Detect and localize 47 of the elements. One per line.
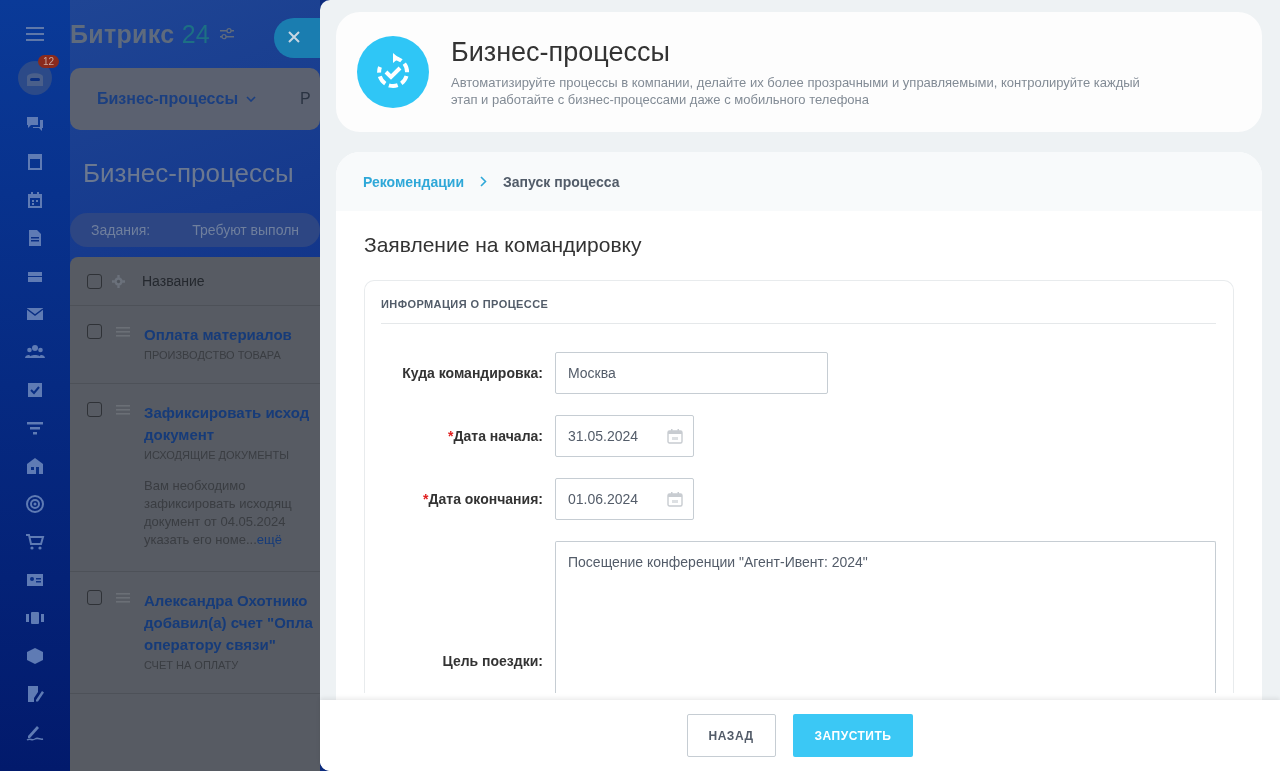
textarea-field[interactable]: Посещение конференции "Агент-Ивент: 2024" bbox=[555, 541, 1216, 693]
tab[interactable]: Бизнес-процессы bbox=[97, 90, 257, 108]
checkbox[interactable] bbox=[87, 402, 102, 417]
form-title: Заявление на командировку bbox=[364, 233, 643, 257]
chevron-icon bbox=[246, 96, 257, 102]
window-icon[interactable] bbox=[25, 152, 45, 172]
date-field[interactable]: 01.06.2024 bbox=[555, 478, 694, 520]
task-link[interactable]: Александра Охотнико добавил(а) счет "Опла оператору связи" bbox=[144, 590, 313, 656]
checkbox-icon[interactable] bbox=[25, 380, 45, 400]
date-field[interactable]: 31.05.2024 bbox=[555, 415, 694, 457]
field-label: *Дата начала: bbox=[447, 428, 543, 444]
edit-document-icon[interactable] bbox=[25, 684, 45, 704]
page-title: Бизнес-процессы bbox=[83, 158, 295, 189]
notification-counter: 12 bbox=[38, 55, 60, 68]
sliders-icon[interactable] bbox=[220, 28, 235, 40]
process-cycle-icon bbox=[357, 36, 429, 108]
close-button[interactable] bbox=[274, 18, 320, 58]
slider-description: Автоматизируйте процессы в компании, делайте их более прозрачными и управляемыми, контролируйте каждый этап и работайте с бизнес-процессами даже с мобильного телефона bbox=[451, 73, 1141, 108]
checkbox[interactable] bbox=[87, 273, 102, 289]
box-icon[interactable] bbox=[25, 646, 45, 666]
breadcrumb-current: Запуск процесса bbox=[503, 173, 620, 190]
filter-label: Задания: bbox=[91, 222, 151, 238]
more-link[interactable]: ещё bbox=[256, 532, 282, 547]
field-label: Куда командировка: bbox=[401, 365, 543, 381]
calendar-icon[interactable] bbox=[667, 428, 683, 444]
close-icon bbox=[288, 30, 300, 43]
task-link[interactable]: Зафиксировать исход документ bbox=[144, 402, 310, 446]
filter-preset[interactable]: Требуют выполн bbox=[192, 222, 300, 238]
field-label: *Дата окончания: bbox=[422, 491, 543, 507]
checkbox[interactable] bbox=[87, 324, 102, 339]
building-icon[interactable] bbox=[25, 456, 45, 476]
section-heading: ИНФОРМАЦИЯ О ПРОЦЕССЕ bbox=[381, 297, 550, 310]
calendar-icon[interactable] bbox=[667, 491, 683, 507]
cart-icon[interactable] bbox=[25, 532, 45, 552]
breadcrumb-link[interactable]: Рекомендации bbox=[363, 173, 465, 190]
back-button[interactable]: НАЗАД bbox=[686, 714, 776, 757]
input-field[interactable]: Москва bbox=[555, 352, 828, 394]
target-icon[interactable] bbox=[25, 494, 45, 514]
task-link[interactable]: Оплата материалов bbox=[144, 324, 292, 346]
slider-title: Бизнес-процессы bbox=[451, 36, 671, 68]
menu-icon[interactable] bbox=[26, 27, 44, 41]
settings-icon[interactable] bbox=[112, 274, 125, 288]
run-button[interactable]: ЗАПУСТИТЬ bbox=[792, 714, 914, 757]
chevron-icon bbox=[480, 176, 488, 187]
field-label: Цель поездки: bbox=[441, 653, 543, 671]
calendar-icon[interactable] bbox=[25, 190, 45, 210]
checkbox[interactable] bbox=[87, 590, 102, 605]
